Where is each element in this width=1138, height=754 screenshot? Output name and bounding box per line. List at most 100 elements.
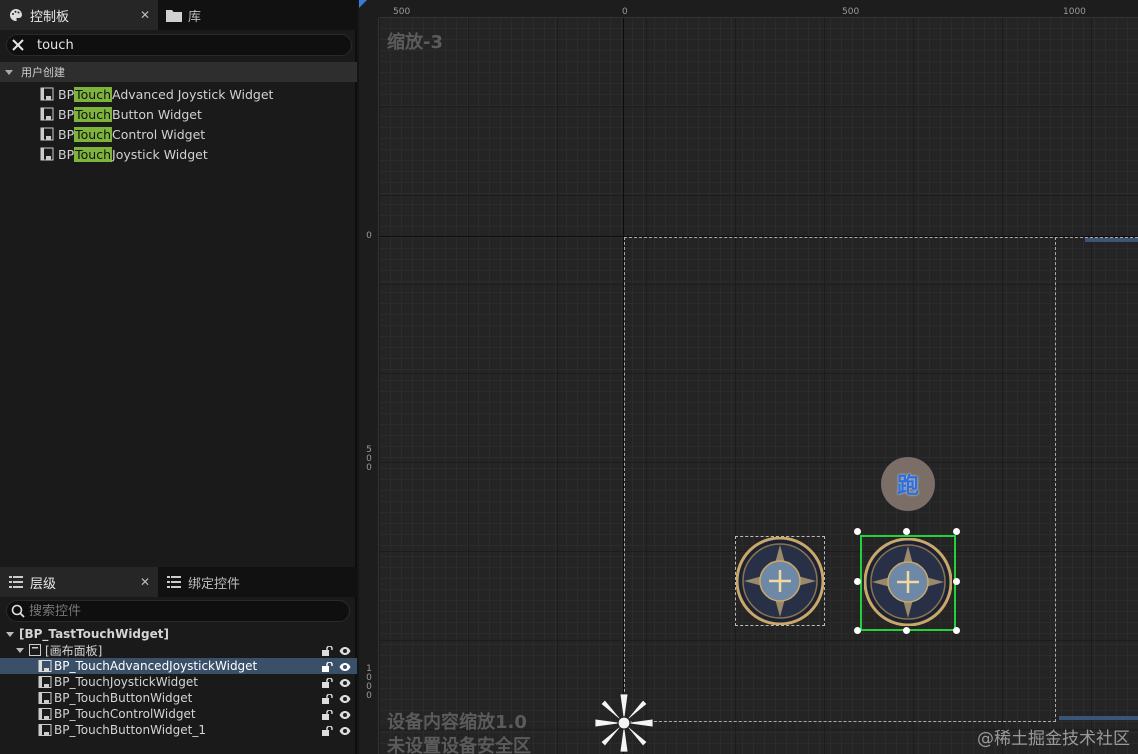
collapse-arrow-icon[interactable] xyxy=(5,69,13,75)
close-icon[interactable]: ✕ xyxy=(140,8,150,22)
item-suffix: Advanced Joystick Widget xyxy=(112,86,274,102)
lock-icon[interactable] xyxy=(321,645,333,656)
corner-marker-icon xyxy=(359,0,367,8)
tree-item[interactable]: BP_TouchButtonWidget_1 xyxy=(0,722,357,738)
row-actions xyxy=(321,661,351,672)
palette-list: BP Touch Advanced Joystick Widget BP Touch… xyxy=(0,84,357,164)
expand-arrow-icon[interactable] xyxy=(6,631,14,637)
resize-handle[interactable] xyxy=(953,528,960,535)
tab-hierarchy-label: 层级 xyxy=(30,576,57,592)
ruler-left: 0 5 0 0 1 0 0 0 xyxy=(359,18,379,754)
widget-icon xyxy=(38,676,52,688)
category-header[interactable]: 用户创建 xyxy=(0,62,357,82)
widget-icon xyxy=(40,107,54,121)
palette-search[interactable]: touch xyxy=(6,34,352,56)
tree-item[interactable]: BP_TouchJoystickWidget xyxy=(0,674,357,690)
ruler-tick: 500 xyxy=(393,7,411,17)
tree-canvas-panel[interactable]: [画布面板] xyxy=(0,642,357,658)
screen-bounds xyxy=(624,237,1056,722)
item-suffix: Button Widget xyxy=(112,106,202,122)
run-button-glyph: 跑 xyxy=(896,474,919,499)
tab-bind-label: 绑定控件 xyxy=(188,576,241,592)
resize-handle[interactable] xyxy=(854,578,861,585)
list-icon xyxy=(166,574,182,590)
palette-item[interactable]: BP Touch Joystick Widget xyxy=(0,144,357,164)
ruler-corner xyxy=(359,0,379,18)
tab-library[interactable]: 库 xyxy=(158,0,258,30)
eye-icon[interactable] xyxy=(339,693,351,703)
row-actions xyxy=(321,709,351,720)
tree-item[interactable]: BP_TouchControlWidget xyxy=(0,706,357,722)
joystick-widget[interactable] xyxy=(736,537,824,625)
resize-handle[interactable] xyxy=(854,528,861,535)
search-input[interactable]: touch xyxy=(29,38,74,53)
tree-root[interactable]: [BP_TastTouchWidget] xyxy=(0,626,357,642)
widget-icon xyxy=(38,724,52,736)
eye-icon[interactable] xyxy=(339,725,351,735)
eye-icon[interactable] xyxy=(339,645,351,655)
designer-canvas[interactable]: 500 0 500 1000 0 5 0 0 1 0 0 0 缩放-3 跑 设备… xyxy=(359,0,1138,754)
list-icon xyxy=(8,574,24,590)
lock-icon[interactable] xyxy=(321,709,333,720)
ruler-tick: 5 0 0 xyxy=(366,445,372,473)
lock-icon[interactable] xyxy=(321,725,333,736)
zoom-label: 缩放-3 xyxy=(387,32,443,53)
ruler-tick: 0 xyxy=(622,7,628,17)
item-prefix: BP xyxy=(58,146,75,162)
row-actions xyxy=(321,693,351,704)
resize-handle[interactable] xyxy=(903,627,910,634)
watermark: @稀土掘金技术社区 xyxy=(977,729,1130,749)
palette-item[interactable]: BP Touch Control Widget xyxy=(0,124,357,144)
row-actions xyxy=(321,677,351,688)
resize-handle[interactable] xyxy=(953,627,960,634)
run-button-widget[interactable]: 跑 xyxy=(881,457,935,511)
tree-item-label: BP_TouchButtonWidget xyxy=(54,691,193,705)
palette-item[interactable]: BP Touch Advanced Joystick Widget xyxy=(0,84,357,104)
search-match: Touch xyxy=(74,126,113,142)
resize-handle[interactable] xyxy=(903,528,910,535)
tree-item-label: BP_TouchControlWidget xyxy=(54,707,196,721)
widget-icon xyxy=(38,692,52,704)
item-suffix: Control Widget xyxy=(112,126,206,142)
ruler-top: 500 0 500 1000 xyxy=(379,0,1138,18)
resize-handle[interactable] xyxy=(854,627,861,634)
tab-library-label: 库 xyxy=(188,9,202,25)
tab-bind-widgets[interactable]: 绑定控件 xyxy=(158,567,278,597)
anchor-icon[interactable] xyxy=(593,692,655,754)
hierarchy-tabbar: 层级 ✕ 绑定控件 xyxy=(0,567,357,597)
resize-handle[interactable] xyxy=(953,578,960,585)
tab-palette[interactable]: 控制板 ✕ xyxy=(0,0,158,30)
hierarchy-search-input[interactable] xyxy=(29,603,309,619)
ruler-tick: 1000 xyxy=(1063,7,1086,17)
palette-item[interactable]: BP Touch Button Widget xyxy=(0,104,357,124)
tree-item[interactable]: BP_TouchAdvancedJoystickWidget xyxy=(0,658,357,674)
lock-icon[interactable] xyxy=(321,693,333,704)
eye-icon[interactable] xyxy=(339,661,351,671)
device-info: 设备内容缩放1.0 未设置设备安全区 xyxy=(387,711,531,754)
palette-tabbar: 控制板 ✕ 库 xyxy=(0,0,357,30)
ruler-tick: 0 xyxy=(366,231,372,241)
lock-icon[interactable] xyxy=(321,661,333,672)
expand-arrow-icon[interactable] xyxy=(16,647,24,653)
joystick-widget-selected[interactable] xyxy=(864,538,952,626)
tab-palette-label: 控制板 xyxy=(30,9,70,25)
eye-icon[interactable] xyxy=(339,677,351,687)
safe-zone-label: 未设置设备安全区 xyxy=(387,736,531,754)
canvas-panel-icon xyxy=(29,644,41,656)
ruler-tick: 1 0 0 0 xyxy=(366,664,372,701)
edge-marker xyxy=(1059,716,1138,720)
eye-icon[interactable] xyxy=(339,709,351,719)
root-label: [BP_TastTouchWidget] xyxy=(19,627,169,641)
left-panel: 控制板 ✕ 库 touch 用户创建 BP Touch Advanced Joys… xyxy=(0,0,357,754)
clear-search-icon[interactable] xyxy=(7,35,29,55)
tree-item[interactable]: BP_TouchButtonWidget xyxy=(0,690,357,706)
close-icon[interactable]: ✕ xyxy=(140,575,150,589)
hierarchy-search[interactable] xyxy=(6,600,350,622)
tab-hierarchy[interactable]: 层级 ✕ xyxy=(0,567,158,597)
item-suffix: Joystick Widget xyxy=(112,146,208,162)
search-match: Touch xyxy=(74,86,113,102)
item-prefix: BP xyxy=(58,86,75,102)
search-icon xyxy=(7,601,29,621)
lock-icon[interactable] xyxy=(321,677,333,688)
search-match: Touch xyxy=(74,146,113,162)
